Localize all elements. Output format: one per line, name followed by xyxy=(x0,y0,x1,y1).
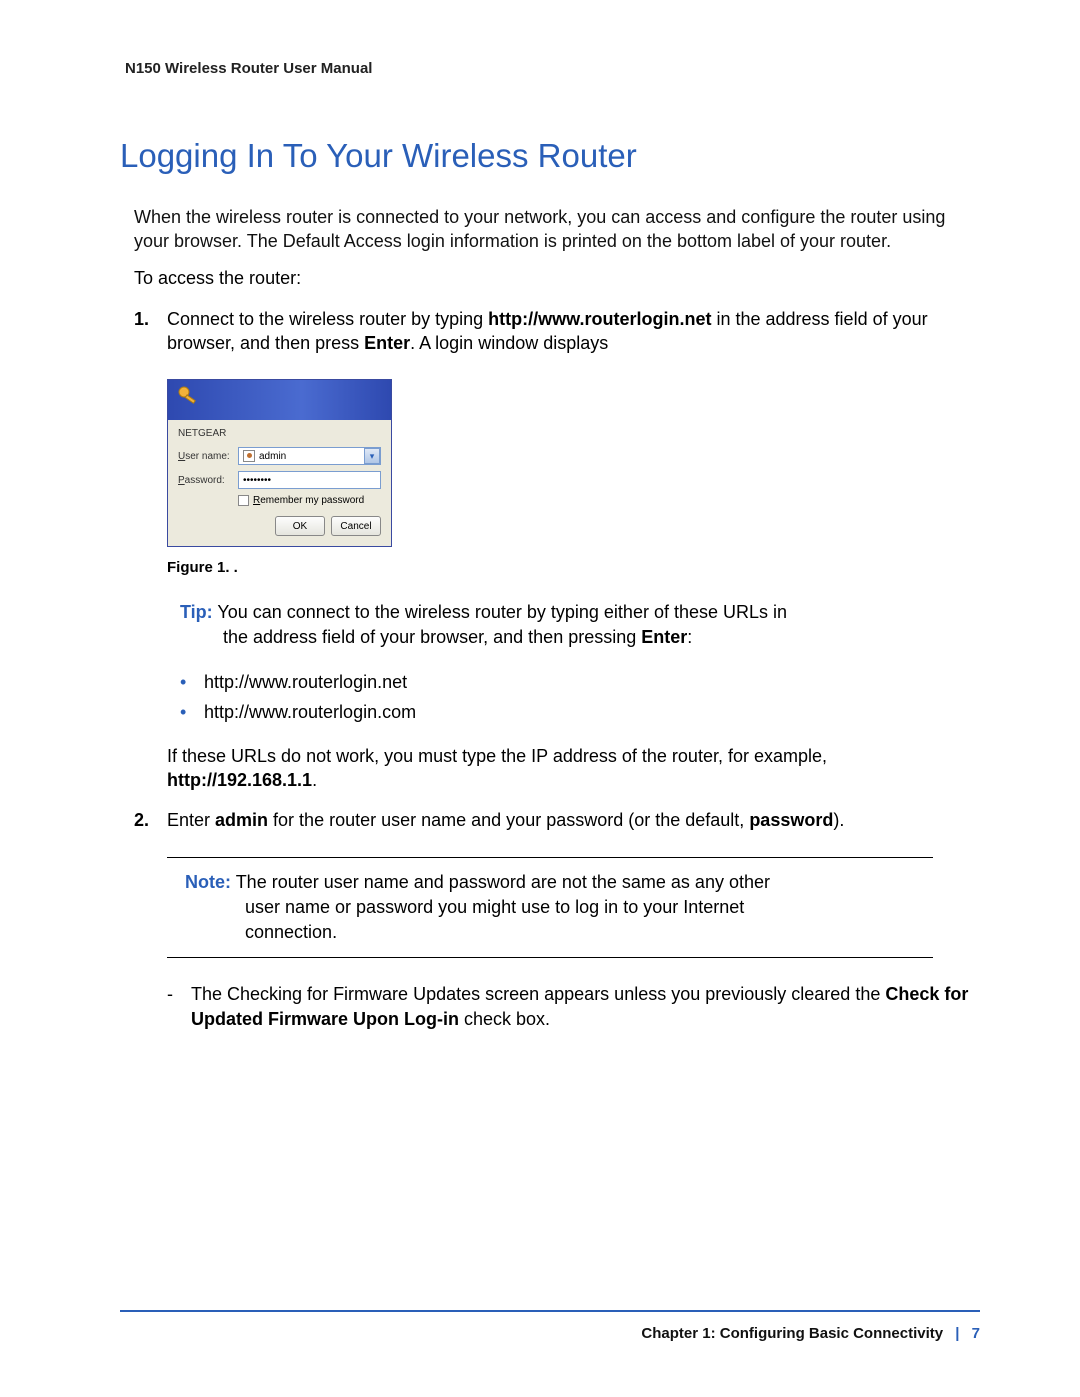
step-2-number: 2. xyxy=(134,808,149,832)
password-input[interactable]: •••••••• xyxy=(238,471,381,489)
tip-line1-text: You can connect to the wireless router b… xyxy=(217,602,787,622)
ok-button[interactable]: OK xyxy=(275,516,325,536)
step-1-url-bold: http://www.routerlogin.net xyxy=(488,309,711,329)
note-line3: connection. xyxy=(245,920,933,945)
step-2-a: Enter xyxy=(167,810,215,830)
step-2-pw-bold: password xyxy=(749,810,833,830)
remember-row: RRemember my passwordemember my password xyxy=(238,495,381,506)
password-label: Password: xyxy=(178,475,238,486)
step-1-number: 1. xyxy=(134,307,149,331)
ip-bold: http://192.168.1.1 xyxy=(167,770,312,790)
remember-label: RRemember my passwordemember my password xyxy=(253,495,364,506)
user-icon xyxy=(243,450,255,462)
document-header: N150 Wireless Router User Manual xyxy=(125,60,980,77)
step-2-c: ). xyxy=(833,810,844,830)
ip-text: If these URLs do not work, you must type… xyxy=(167,746,827,766)
tip-block: Tip: You can connect to the wireless rou… xyxy=(180,600,980,650)
password-value: •••••••• xyxy=(243,475,271,486)
page-footer: Chapter 1: Configuring Basic Connectivit… xyxy=(641,1325,980,1342)
dash-marker: - xyxy=(167,982,173,1006)
step-1-enter-bold: Enter xyxy=(364,333,410,353)
intro-paragraph: When the wireless router is connected to… xyxy=(134,205,980,254)
keys-icon xyxy=(176,384,202,410)
login-dialog: NETGEAR User name: admin ▾ Password: •••… xyxy=(167,379,392,547)
username-row: User name: admin ▾ xyxy=(178,447,381,465)
note-label: Note: xyxy=(185,872,231,892)
dropdown-arrow-icon[interactable]: ▾ xyxy=(364,448,380,464)
ip-dot: . xyxy=(312,770,317,790)
footer-divider xyxy=(120,1310,980,1312)
step-2-admin-bold: admin xyxy=(215,810,268,830)
dash-text-b: check box. xyxy=(459,1009,550,1029)
url-item-1: http://www.routerlogin.net xyxy=(180,667,980,698)
password-row: Password: •••••••• xyxy=(178,471,381,489)
ip-paragraph: If these URLs do not work, you must type… xyxy=(167,744,980,793)
step-1: 1. Connect to the wireless router by typ… xyxy=(134,307,980,356)
tip-label: Tip: xyxy=(180,602,213,622)
url-item-2: http://www.routerlogin.com xyxy=(180,697,980,728)
username-label: User name: xyxy=(178,451,238,462)
step-2: 2. Enter admin for the router user name … xyxy=(134,808,980,832)
dialog-buttons: OK Cancel xyxy=(178,516,381,536)
footer-page-number: 7 xyxy=(972,1325,980,1342)
tip-colon: : xyxy=(687,627,692,647)
footer-chapter: Chapter 1: Configuring Basic Connectivit… xyxy=(641,1325,943,1342)
username-input[interactable]: admin ▾ xyxy=(238,447,381,465)
remember-checkbox[interactable] xyxy=(238,495,249,506)
note-block: Note: The router user name and password … xyxy=(167,857,933,959)
dialog-brand: NETGEAR xyxy=(178,428,381,439)
note-line1-text: The router user name and password are no… xyxy=(236,872,770,892)
step-2-b: for the router user name and your passwo… xyxy=(268,810,749,830)
username-value: admin xyxy=(259,451,286,462)
dash-list: - The Checking for Firmware Updates scre… xyxy=(167,982,980,1031)
page-heading: Logging In To Your Wireless Router xyxy=(120,137,980,175)
figure-caption: Figure 1. . xyxy=(167,559,980,576)
dash-text-a: The Checking for Firmware Updates screen… xyxy=(191,984,885,1004)
access-intro: To access the router: xyxy=(134,268,980,289)
cancel-button[interactable]: Cancel xyxy=(331,516,381,536)
note-line2: user name or password you might use to l… xyxy=(245,895,933,920)
url-list: http://www.routerlogin.net http://www.ro… xyxy=(180,667,980,728)
step-1-text-c: . A login window displays xyxy=(410,333,608,353)
tip-enter-bold: Enter xyxy=(641,627,687,647)
dash-item-1: - The Checking for Firmware Updates scre… xyxy=(167,982,980,1031)
tip-line2: the address field of your browser, and t… xyxy=(223,627,641,647)
dialog-titlebar xyxy=(168,380,391,420)
step-1-text-a: Connect to the wireless router by typing xyxy=(167,309,488,329)
dialog-body: NETGEAR User name: admin ▾ Password: •••… xyxy=(168,420,391,546)
footer-separator: | xyxy=(955,1325,959,1342)
